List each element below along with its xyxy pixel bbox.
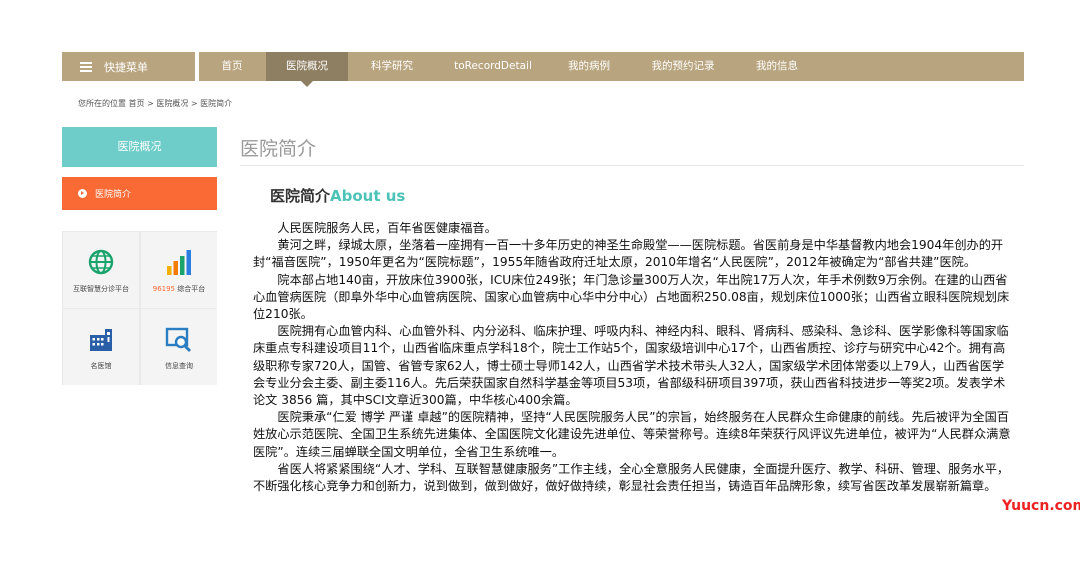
article-paragraph: 医院拥有心血管内科、心血管外科、内分泌科、临床护理、呼吸内科、神经内科、眼科、肾…: [253, 324, 1009, 408]
article-paragraph: 医院秉承“仁爱 博学 严谨 卓越”的医院精神，坚持“人民医院服务人民”的宗旨，始…: [253, 410, 1011, 459]
tile-label: 信息查询: [165, 362, 193, 370]
nav-my-info[interactable]: 我的信息: [748, 52, 806, 81]
tile-info-query[interactable]: 信息查询: [141, 309, 217, 385]
tile-label-text: 综合平台: [177, 285, 206, 293]
page-title: 医院简介: [240, 138, 317, 160]
section-title-cn: 医院简介: [270, 187, 331, 205]
tile-triage-platform[interactable]: 互联智慧分诊平台: [63, 232, 139, 308]
nav-hospital-overview[interactable]: 医院概况: [266, 52, 348, 87]
watermark: Yuucn.com: [1000, 498, 1080, 514]
article-paragraph: 人民医院服务人民，百年省医健康福音。: [277, 221, 497, 235]
quick-menu-button[interactable]: 快捷菜单: [62, 52, 195, 81]
nav-record-detail[interactable]: toRecordDetail: [448, 52, 538, 81]
article-body: 人民医院服务人民，百年省医健康福音。 黄河之畔，绿城太原，坐落着一座拥有一百一十…: [253, 220, 1013, 495]
tile-famous-doctors[interactable]: 名医馆: [63, 309, 139, 385]
nav-my-appointments[interactable]: 我的预约记录: [645, 52, 721, 81]
search-monitor-icon: [165, 327, 192, 353]
bar-chart-icon: [167, 250, 191, 275]
tile-96195-platform[interactable]: 96195 综合平台: [141, 232, 217, 308]
building-icon: [90, 329, 112, 351]
arrow-circle-icon: [78, 189, 87, 198]
quick-menu-label: 快捷菜单: [104, 60, 148, 74]
section-title-en: About us: [330, 187, 406, 205]
nav-home[interactable]: 首页: [212, 52, 252, 81]
nav-divider: [195, 52, 199, 81]
sidebar-item-hospital-intro[interactable]: 医院简介: [62, 177, 217, 210]
quick-links-grid: 互联智慧分诊平台 96195 综合平台 名医馆 信息查询: [62, 231, 217, 385]
sidebar-item-label: 医院简介: [95, 190, 132, 200]
list-icon: [80, 61, 92, 73]
section-title: 医院简介About us: [270, 185, 405, 206]
globe-icon: [88, 249, 114, 275]
tile-label: 互联智慧分诊平台: [73, 285, 129, 293]
sidebar-header: 医院概况: [62, 127, 217, 167]
nav-my-cases[interactable]: 我的病例: [559, 52, 619, 81]
top-nav-bar: 快捷菜单 首页 医院概况 科学研究 toRecordDetail 我的病例 我的…: [62, 52, 1024, 87]
article-paragraph: 黄河之畔，绿城太原，坐落着一座拥有一百一十多年历史的神圣生命殿堂——医院标题。省…: [253, 238, 1004, 270]
tile-label: 名医馆: [90, 362, 112, 370]
breadcrumb: 您所在的位置 首页 > 医院概况 > 医院简介: [78, 99, 233, 108]
title-divider: [240, 165, 1024, 166]
nav-research[interactable]: 科学研究: [362, 52, 422, 81]
tile-label-number: 96195: [152, 285, 176, 293]
article-paragraph: 院本部占地140亩，开放床位3900张，ICU床位249张；年门急诊量300万人…: [253, 272, 1010, 322]
tile-label: 96195 综合平台: [141, 284, 217, 294]
article-paragraph: 省医人将紧紧围绕“人才、学科、互联智慧健康服务”工作主线，全心全意服务人民健康，…: [253, 461, 1010, 494]
